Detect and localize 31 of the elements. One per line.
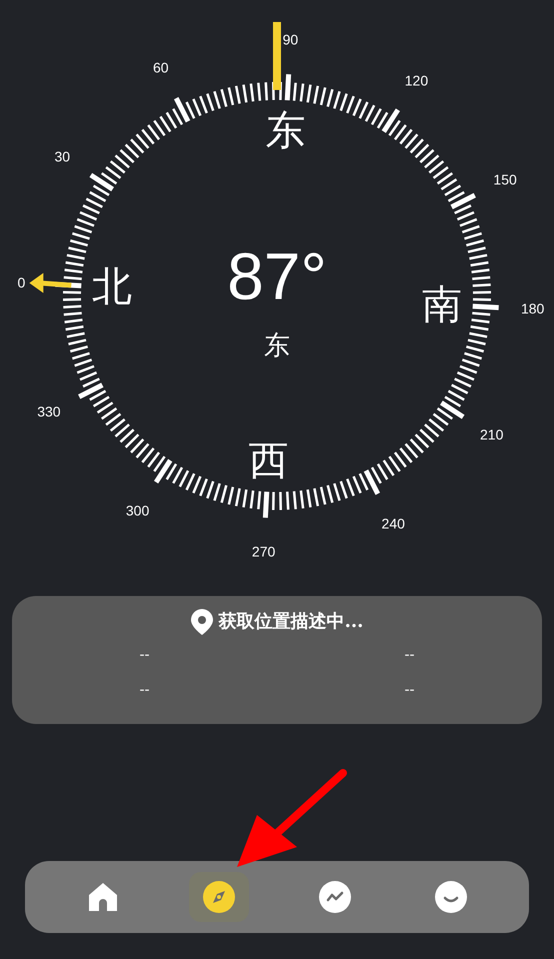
degree-label: 120 <box>404 72 428 91</box>
north-arrow-icon <box>29 273 72 294</box>
degree-label: 240 <box>382 514 405 534</box>
degree-label: 210 <box>480 426 504 445</box>
location-value: -- <box>404 681 415 700</box>
location-value: -- <box>139 646 150 665</box>
heading-reading: 87° <box>227 243 327 309</box>
cardinal-label: 南 <box>422 284 462 325</box>
home-icon <box>87 881 119 913</box>
degree-label: 150 <box>493 170 517 190</box>
degree-label: 300 <box>126 501 150 520</box>
trend-icon <box>319 881 351 913</box>
degree-label: 30 <box>54 147 70 166</box>
cardinal-label: 东 <box>266 111 306 152</box>
heading-direction: 东 <box>264 333 290 359</box>
degree-label: 180 <box>520 300 544 319</box>
cardinal-label: 北 <box>92 267 132 308</box>
heading-marker <box>273 22 281 90</box>
degree-label: 330 <box>37 402 61 422</box>
compass-icon <box>203 881 235 913</box>
smile-icon <box>435 881 467 913</box>
degree-label: 90 <box>282 30 298 50</box>
location-status: 获取位置描述中... <box>218 610 364 634</box>
degree-label: 0 <box>17 273 26 292</box>
cardinal-label: 西 <box>248 440 288 481</box>
degree-label: 270 <box>252 542 276 562</box>
location-value: -- <box>139 681 150 700</box>
location-pin-icon <box>190 608 213 634</box>
degree-label: 60 <box>152 58 169 78</box>
nav-tab[interactable] <box>189 872 249 922</box>
location-value: -- <box>404 646 415 665</box>
